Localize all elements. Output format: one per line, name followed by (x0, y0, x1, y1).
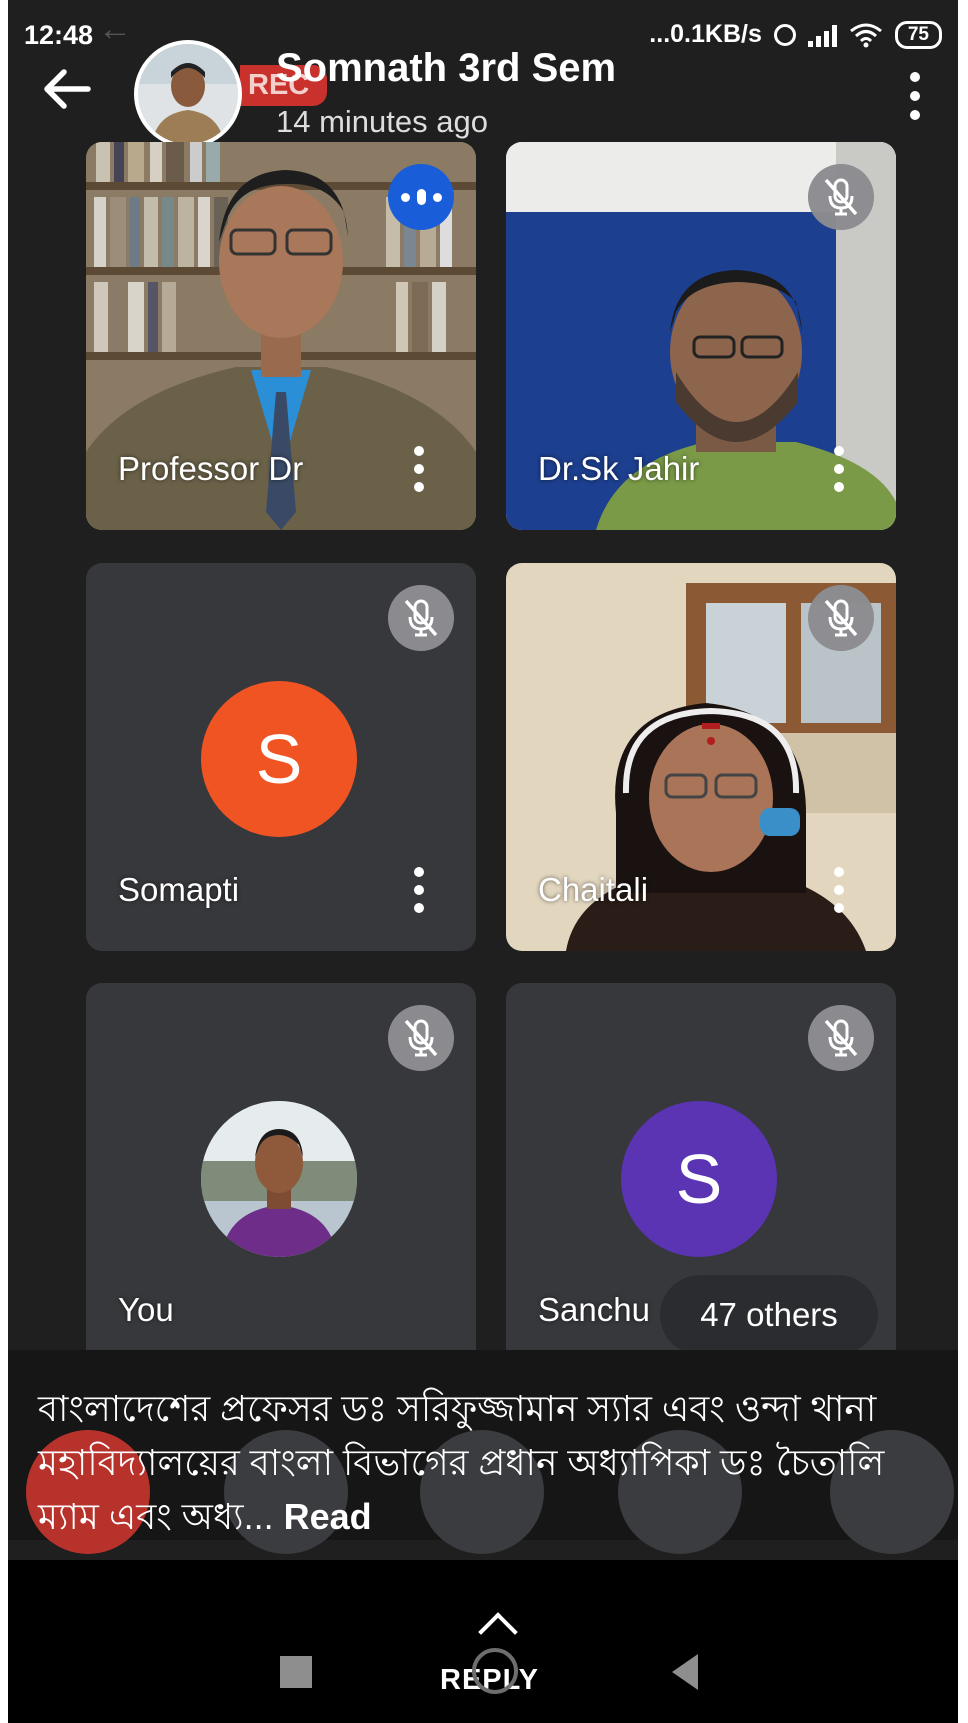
participant-avatar-photo (201, 1101, 357, 1257)
overflow-menu-icon[interactable] (908, 70, 922, 122)
screen-border-left (0, 0, 8, 1723)
chat-avatar-photo (138, 44, 238, 144)
participant-name: Sanchu (538, 1291, 650, 1328)
chat-avatar[interactable] (134, 40, 242, 148)
home-icon[interactable] (472, 1648, 518, 1694)
participant-avatar (201, 1101, 357, 1257)
participant-name: Dr.Sk Jahir (538, 450, 700, 487)
participant-avatar: S (621, 1101, 777, 1257)
chevron-up-icon (478, 1612, 518, 1652)
participant-name: Somapti (118, 871, 240, 908)
participant-avatar: S (201, 681, 357, 837)
back-arrow-icon[interactable] (38, 60, 96, 118)
others-count-chip[interactable]: 47 others (660, 1275, 878, 1355)
participant-tile-professor-dr[interactable]: Professor Dr (86, 142, 476, 530)
navigation-bar: REPLY (8, 1560, 958, 1723)
mic-off-icon (808, 164, 874, 230)
participant-options-icon[interactable] (414, 446, 424, 492)
meet-call-screen: 12:48 ← ...0.1KB/s 75 REC Somnath 3rd Se… (0, 0, 968, 1723)
speaking-indicator-icon (388, 164, 454, 230)
chat-title: Somnath 3rd Sem (276, 46, 617, 90)
caption-text: বাংলাদেশের প্রফেসর ডঃ সরিফুজ্জামান স্যার… (38, 1388, 885, 1537)
mic-off-icon (388, 585, 454, 651)
participant-options-icon[interactable] (834, 446, 844, 492)
participant-name: Chaitali (538, 871, 649, 908)
mic-off-icon (808, 1005, 874, 1071)
participant-name: Professor Dr (118, 450, 304, 487)
mic-off-icon (808, 585, 874, 651)
chat-subtitle: 14 minutes ago (276, 104, 488, 139)
participant-options-icon[interactable] (834, 867, 844, 913)
recents-icon[interactable] (280, 1656, 312, 1688)
participant-tile-you[interactable]: You (86, 983, 476, 1371)
chat-header: REC Somnath 3rd Sem 14 minutes ago (8, 40, 958, 148)
mic-off-icon (388, 1005, 454, 1071)
screen-border-right (958, 0, 968, 1723)
nav-back-icon[interactable] (672, 1654, 698, 1690)
participant-tile-somapti[interactable]: S Somapti (86, 563, 476, 951)
participant-tile-chaitali[interactable]: Chaitali (506, 563, 896, 951)
participant-tile-dr-sk-jahir[interactable]: Dr.Sk Jahir (506, 142, 896, 530)
participant-options-icon[interactable] (414, 867, 424, 913)
status-caption: বাংলাদেশের প্রফেসর ডঃ সরিফুজ্জামান স্যার… (38, 1382, 918, 1544)
read-more-link[interactable]: Read (284, 1496, 372, 1537)
participant-name: You (118, 1291, 174, 1328)
